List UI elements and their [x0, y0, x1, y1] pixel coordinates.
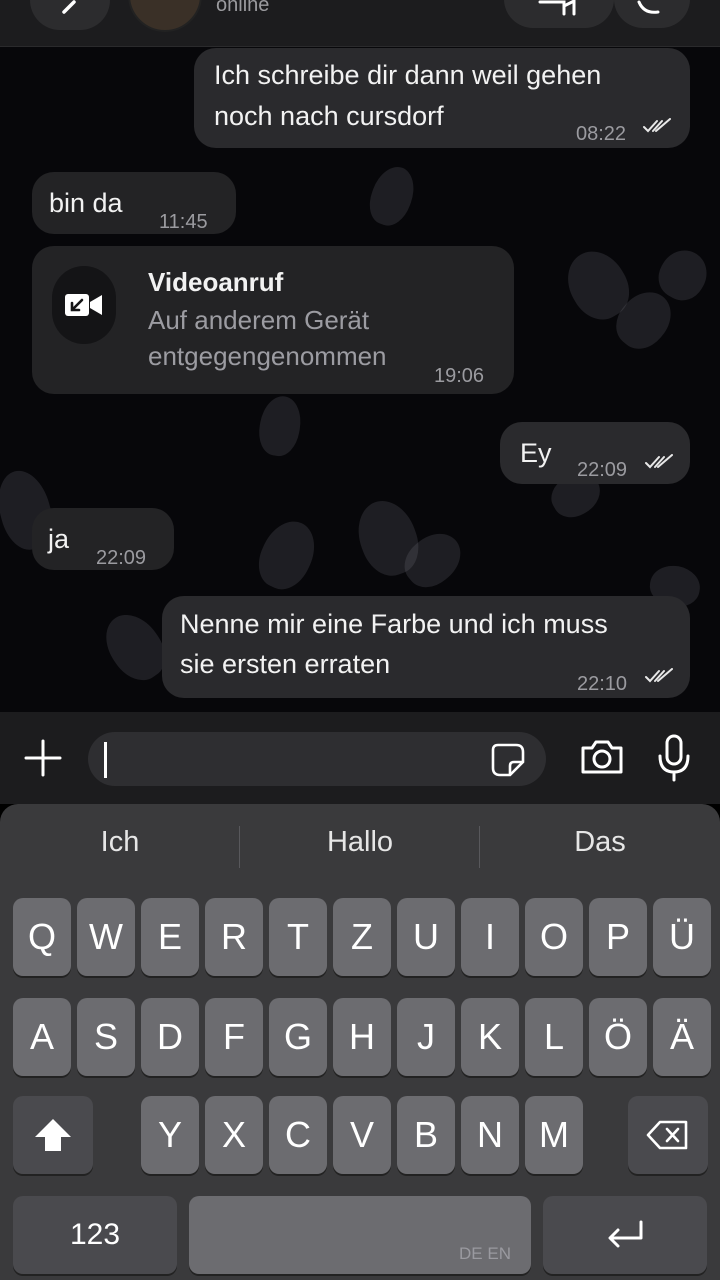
contact-status: online	[216, 0, 270, 16]
message-time: 11:45	[159, 211, 208, 233]
suggestion-1[interactable]: Ich	[0, 826, 240, 859]
key[interactable]: O	[525, 898, 583, 976]
shift-key[interactable]	[13, 1096, 93, 1174]
message-time: 22:09	[577, 459, 628, 481]
key[interactable]: J	[397, 998, 455, 1076]
read-receipt-icon	[645, 668, 673, 683]
camera-icon[interactable]	[579, 738, 625, 776]
plus-icon[interactable]	[23, 738, 63, 778]
chevron-left-icon	[62, 0, 76, 14]
key[interactable]: R	[205, 898, 263, 976]
key[interactable]: Y	[141, 1096, 199, 1174]
key[interactable]: I	[461, 898, 519, 976]
message-text: Ich schreibe dir dann weil gehen	[214, 60, 602, 90]
message-input[interactable]	[88, 732, 546, 786]
message-text: Nenne mir eine Farbe und ich muss	[180, 609, 608, 639]
key[interactable]: F	[205, 998, 263, 1076]
voice-call-button[interactable]	[614, 0, 690, 28]
key[interactable]: A	[13, 998, 71, 1076]
message-input-bar	[0, 712, 720, 804]
call-subtitle: Auf anderem Gerät	[148, 305, 370, 335]
message-text: Ey	[520, 438, 552, 468]
phone-icon	[637, 0, 660, 14]
background-flower	[249, 512, 325, 598]
message-text: ja	[48, 524, 70, 554]
message-time: 22:10	[577, 673, 628, 695]
key[interactable]: N	[461, 1096, 519, 1174]
call-subtitle: entgegengenommen	[148, 341, 387, 371]
message-bubble-outgoing[interactable]: Ey 22:09	[500, 422, 690, 484]
message-bubble-outgoing[interactable]: Nenne mir eine Farbe und ich muss sie er…	[162, 596, 690, 698]
video-camera-icon	[538, 0, 576, 16]
background-flower	[362, 160, 422, 232]
message-bubble-incoming[interactable]: bin da 11:45	[32, 172, 236, 234]
key[interactable]: G	[269, 998, 327, 1076]
key[interactable]: X	[205, 1096, 263, 1174]
message-time: 19:06	[434, 365, 485, 387]
key[interactable]: M	[525, 1096, 583, 1174]
message-time: 22:09	[96, 547, 147, 569]
backspace-icon	[646, 1120, 688, 1150]
backspace-key[interactable]	[628, 1096, 708, 1174]
key[interactable]: Ü	[653, 898, 711, 976]
key[interactable]: S	[77, 998, 135, 1076]
key[interactable]: Z	[333, 898, 391, 976]
message-text: noch nach cursdorf	[214, 101, 444, 131]
return-key[interactable]	[543, 1196, 707, 1274]
key[interactable]: Q	[13, 898, 71, 976]
key[interactable]: E	[141, 898, 199, 976]
key[interactable]: Ö	[589, 998, 647, 1076]
chat-area: online Ich schreibe dir dann weil gehen …	[0, 0, 720, 712]
key[interactable]: C	[269, 1096, 327, 1174]
key[interactable]: W	[77, 898, 135, 976]
chat-header: online	[0, 0, 720, 47]
message-bubble-incoming[interactable]: ja 22:09	[32, 508, 174, 570]
read-receipt-icon	[645, 454, 673, 469]
key[interactable]: U	[397, 898, 455, 976]
shift-icon	[35, 1119, 71, 1151]
language-indicator: DE EN	[459, 1244, 511, 1263]
key[interactable]: P	[589, 898, 647, 976]
return-icon	[608, 1220, 643, 1248]
microphone-icon[interactable]	[656, 734, 692, 782]
message-text: sie ersten erraten	[180, 649, 391, 679]
call-message-bubble[interactable]: Videoanruf Auf anderem Gerät entgegengen…	[32, 246, 514, 394]
space-key[interactable]: DE EN	[189, 1196, 531, 1274]
message-text: bin da	[49, 188, 123, 218]
background-flower	[255, 392, 305, 460]
key[interactable]: T	[269, 898, 327, 976]
numbers-key[interactable]: 123	[13, 1196, 177, 1274]
keyboard: Ich Hallo Das Q W E R T Z U I O P Ü A S …	[0, 804, 720, 1280]
contact-avatar[interactable]	[128, 0, 202, 32]
message-bubble-outgoing[interactable]: Ich schreibe dir dann weil gehen noch na…	[194, 48, 690, 148]
message-time: 08:22	[576, 123, 627, 145]
key[interactable]: V	[333, 1096, 391, 1174]
key[interactable]: Ä	[653, 998, 711, 1076]
text-cursor	[104, 742, 107, 778]
key[interactable]: H	[333, 998, 391, 1076]
key[interactable]: K	[461, 998, 519, 1076]
back-button[interactable]	[30, 0, 110, 30]
key[interactable]: B	[397, 1096, 455, 1174]
video-call-button[interactable]	[504, 0, 614, 28]
video-call-icon-circle	[52, 266, 116, 344]
suggestion-3[interactable]: Das	[480, 826, 720, 859]
suggestion-2[interactable]: Hallo	[240, 826, 480, 859]
key[interactable]: L	[525, 998, 583, 1076]
read-receipt-icon	[643, 118, 671, 133]
sticker-icon[interactable]	[490, 742, 526, 778]
key[interactable]: D	[141, 998, 199, 1076]
video-call-icon	[65, 294, 102, 316]
call-title: Videoanruf	[148, 267, 284, 297]
